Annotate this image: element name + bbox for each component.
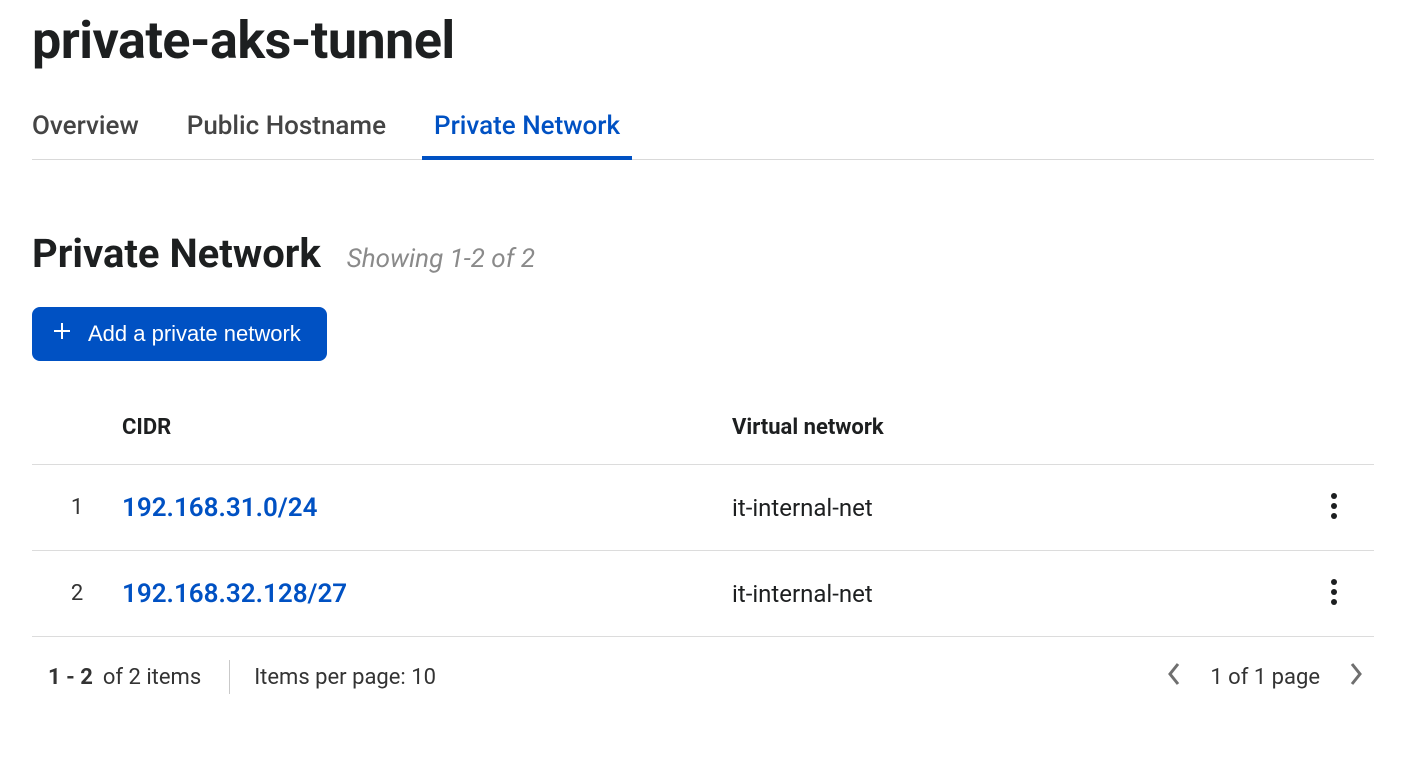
private-network-table: CIDR Virtual network 1 192.168.31.0/24 i… — [32, 401, 1374, 637]
tabs: Overview Public Hostname Private Network — [32, 101, 1374, 160]
table-row: 2 192.168.32.128/27 it-internal-net — [32, 551, 1374, 637]
pagination-page-of: 1 of 1 page — [1210, 665, 1320, 690]
table-header: CIDR Virtual network — [32, 401, 1374, 465]
tab-overview[interactable]: Overview — [32, 101, 139, 159]
pagination-per-page[interactable]: Items per page: 10 — [254, 665, 436, 690]
kebab-icon — [1330, 492, 1338, 524]
table-row: 1 192.168.31.0/24 it-internal-net — [32, 465, 1374, 551]
pagination: 1 - 2 of 2 items Items per page: 10 1 of… — [0, 637, 1406, 695]
pagination-prev-button[interactable] — [1156, 659, 1192, 695]
chevron-right-icon — [1347, 660, 1365, 694]
add-private-network-label: Add a private network — [88, 321, 301, 347]
vnet-value: it-internal-net — [732, 494, 1294, 522]
pagination-divider — [229, 660, 230, 694]
column-cidr: CIDR — [122, 415, 732, 440]
chevron-left-icon — [1165, 660, 1183, 694]
cidr-link[interactable]: 192.168.31.0/24 — [122, 493, 732, 523]
add-private-network-button[interactable]: Add a private network — [32, 307, 327, 361]
pagination-of-items: of 2 items — [103, 665, 201, 690]
row-actions-menu[interactable] — [1316, 490, 1352, 526]
cidr-link[interactable]: 192.168.32.128/27 — [122, 579, 732, 609]
row-index: 2 — [32, 581, 122, 606]
tab-public-hostname[interactable]: Public Hostname — [187, 101, 386, 159]
kebab-icon — [1330, 578, 1338, 610]
row-index: 1 — [32, 495, 122, 520]
plus-icon — [50, 319, 74, 349]
row-actions-menu[interactable] — [1316, 576, 1352, 612]
tab-private-network[interactable]: Private Network — [434, 101, 620, 159]
section-title: Private Network — [32, 230, 321, 277]
section-showing: Showing 1-2 of 2 — [347, 244, 535, 274]
pagination-range: 1 - 2 — [48, 665, 93, 690]
vnet-value: it-internal-net — [732, 580, 1294, 608]
column-vnet: Virtual network — [732, 415, 1294, 440]
pagination-next-button[interactable] — [1338, 659, 1374, 695]
page-title: private-aks-tunnel — [0, 0, 1406, 101]
